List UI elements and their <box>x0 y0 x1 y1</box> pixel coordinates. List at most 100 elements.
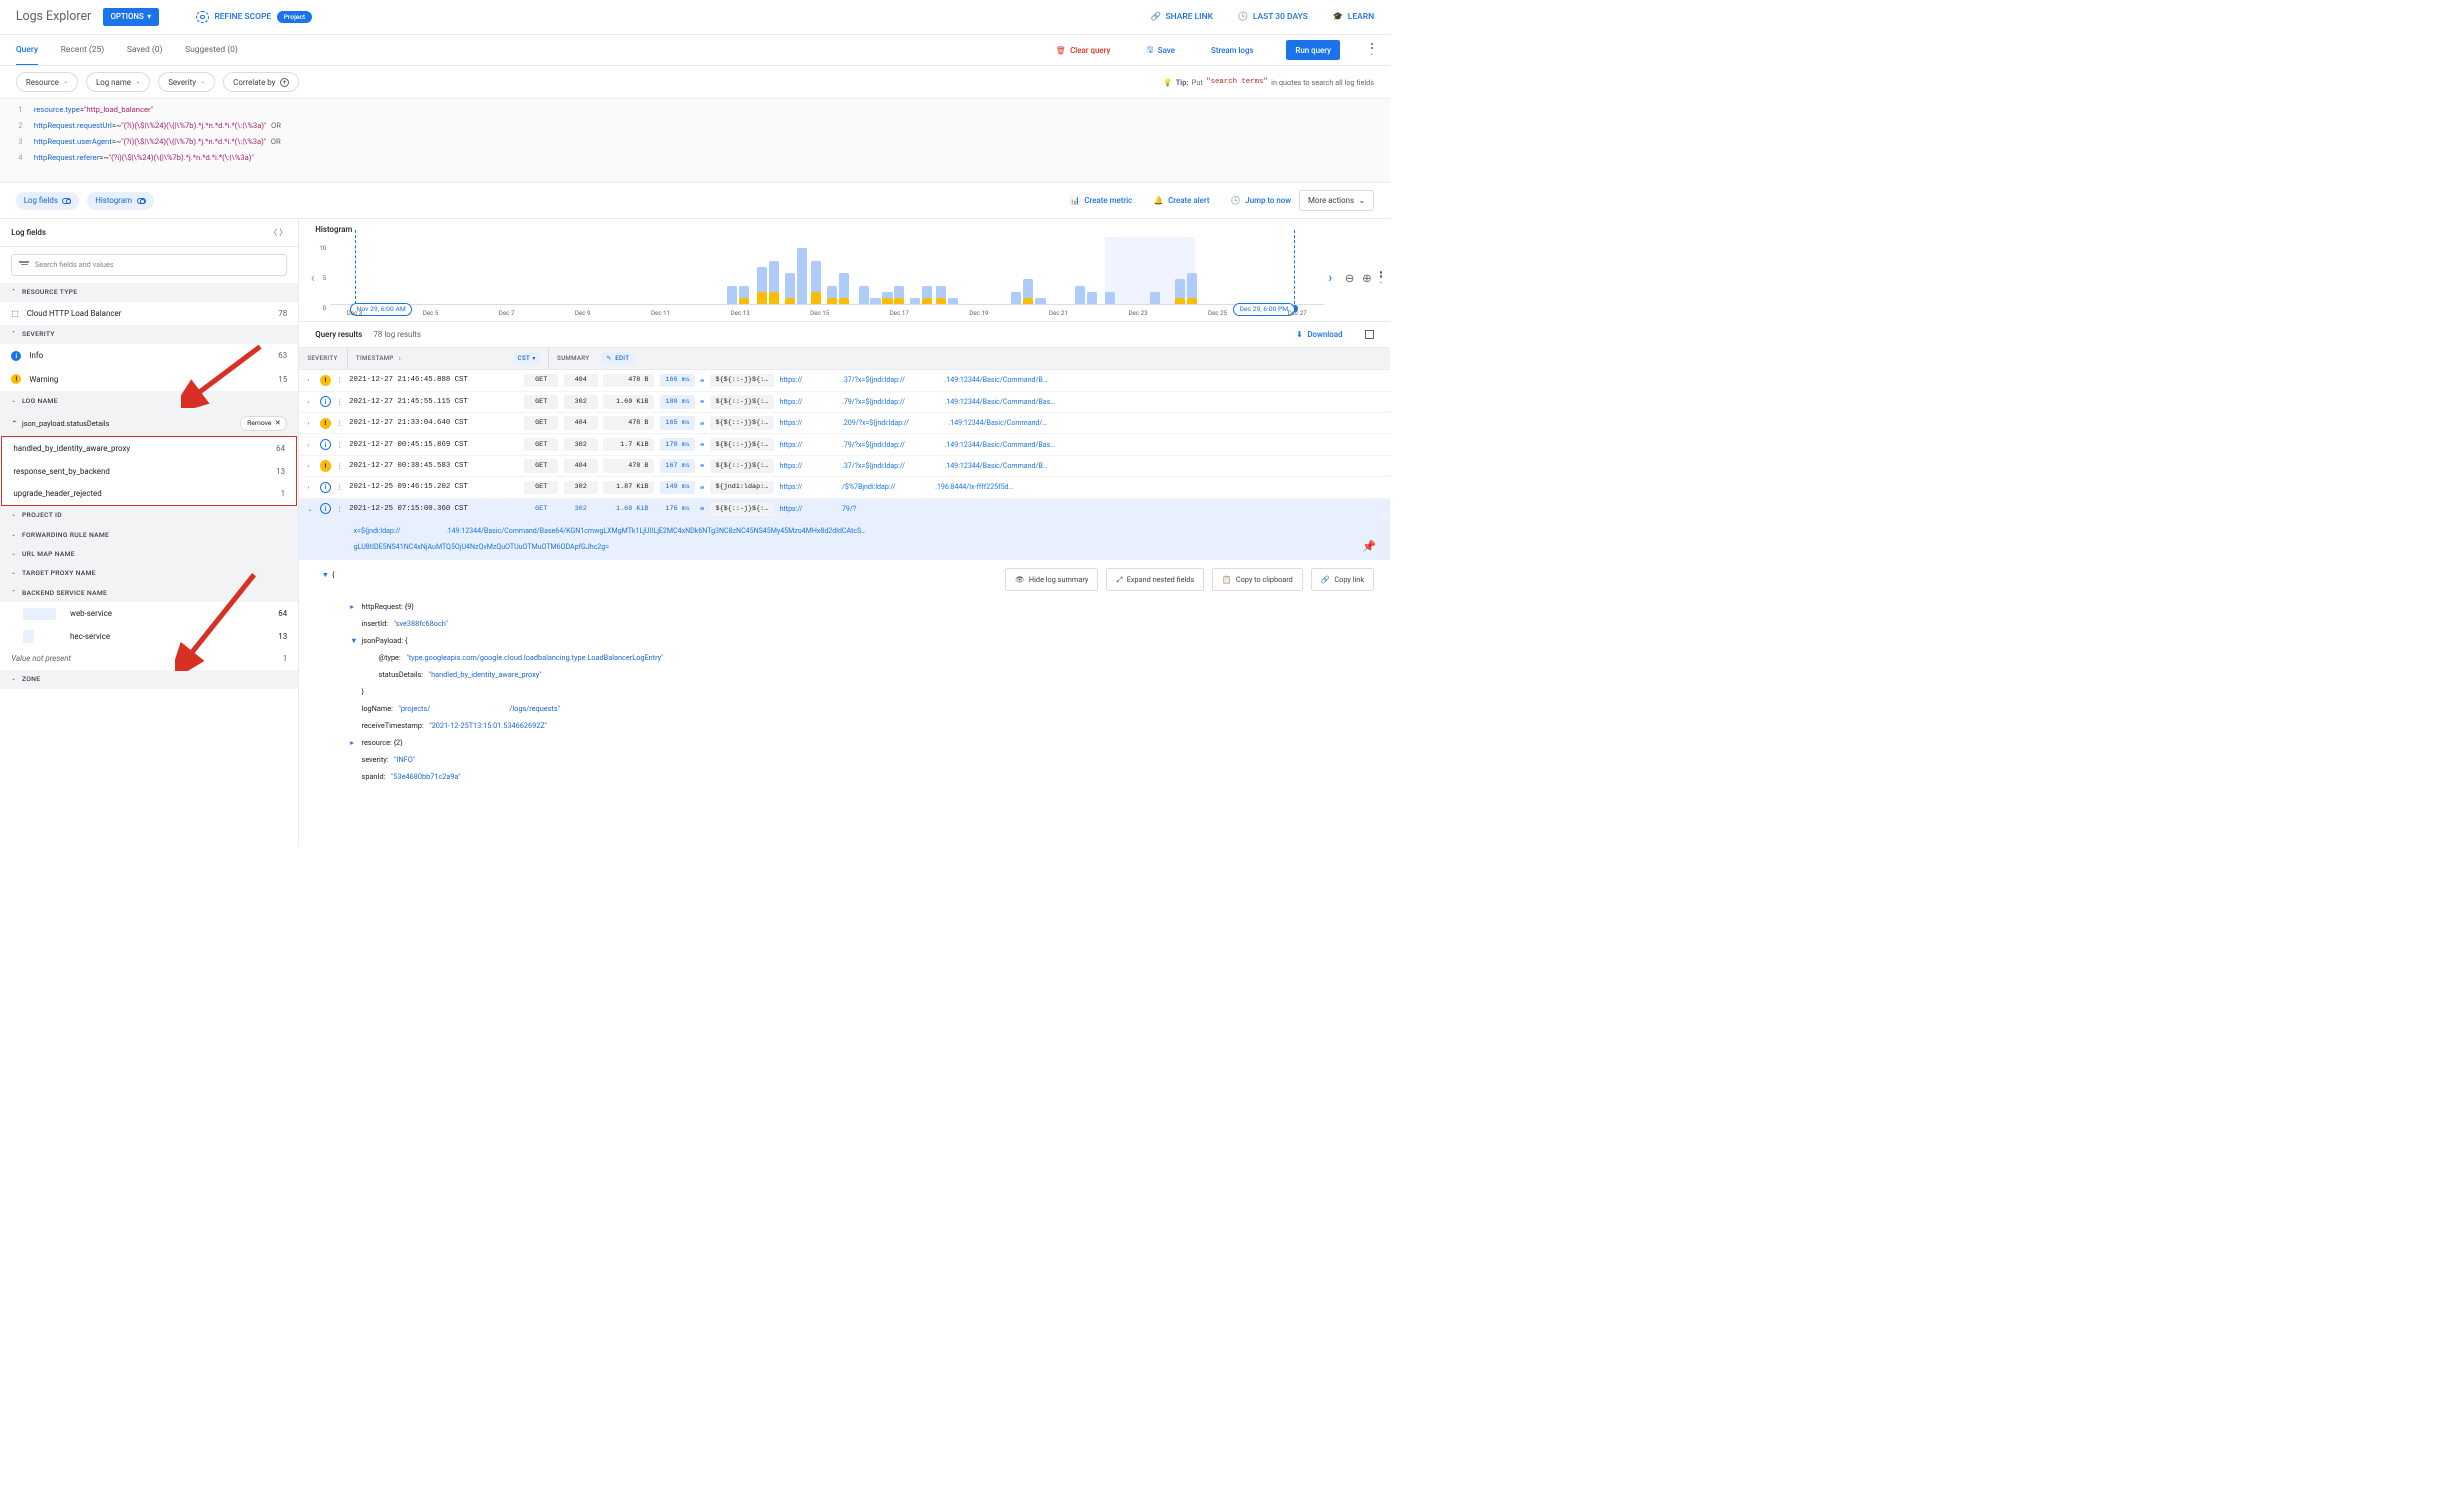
group-target-proxy[interactable]: ⌄TARGET PROXY NAME <box>0 564 298 583</box>
kebab-icon[interactable]: ⋮ <box>337 462 344 470</box>
hide-summary-button[interactable]: 👁Hide log summary <box>1005 568 1098 591</box>
trace-icon[interactable]: ≡ <box>700 461 704 470</box>
fields-search-input[interactable]: Search fields and values <box>11 254 287 276</box>
timezone-chip[interactable]: CST▾ <box>513 352 540 365</box>
kebab-icon[interactable]: ⋮ <box>337 505 344 513</box>
histogram-bar[interactable] <box>1087 292 1097 304</box>
zoom-in-icon[interactable]: ⊕ <box>1362 272 1371 285</box>
histogram-bar[interactable] <box>797 248 807 304</box>
create-alert-button[interactable]: 🔔Create alert <box>1154 196 1210 205</box>
histogram-bar[interactable] <box>910 298 920 304</box>
zoom-out-icon[interactable]: ⊖ <box>1345 272 1354 285</box>
log-row[interactable]: ›i⋮2021-12-27 00:45:15.869 CSTGET3021.7 … <box>299 434 1389 455</box>
expand-chevron-icon[interactable]: › <box>307 483 314 491</box>
jump-to-now-button[interactable]: 🕒Jump to now <box>1231 196 1291 205</box>
field-http-lb[interactable]: ⬚Cloud HTTP Load Balancer78 <box>0 302 298 325</box>
field-info[interactable]: iInfo63 <box>0 344 298 368</box>
field-upgrade-rejected[interactable]: upgrade_header_rejected1 <box>2 482 296 505</box>
col-severity[interactable]: SEVERITY <box>299 348 348 370</box>
log-row[interactable]: ›!⋮2021-12-27 21:46:45.888 CSTGET404478 … <box>299 370 1389 391</box>
group-project-id[interactable]: ⌄PROJECT ID <box>0 506 298 525</box>
histogram-overflow[interactable]: ⌄ <box>1378 271 1383 285</box>
group-url-map[interactable]: ⌄URL MAP NAME <box>0 544 298 563</box>
options-button[interactable]: OPTIONS▾ <box>103 8 160 26</box>
json-root-expand[interactable]: ▼ { <box>299 560 334 580</box>
expand-chevron-icon[interactable]: ⌄ <box>307 505 314 513</box>
remove-filter-button[interactable]: Remove✕ <box>240 416 287 431</box>
histogram-bar[interactable] <box>839 273 849 304</box>
field-warning[interactable]: !Warning15 <box>0 367 298 391</box>
time-range-button[interactable]: 🕒LAST 30 DAYS <box>1238 12 1308 22</box>
histogram-bar[interactable] <box>1105 292 1115 304</box>
histogram-bar[interactable] <box>948 298 958 304</box>
save-button[interactable]: 🖫Save <box>1147 44 1175 57</box>
histogram-next-button[interactable]: › <box>1324 270 1337 286</box>
kebab-icon[interactable]: ⋮ <box>337 398 344 406</box>
kebab-icon[interactable]: ⋮ <box>337 483 344 491</box>
histogram-toggle[interactable]: Histogram <box>87 192 153 210</box>
log-fields-toggle[interactable]: Log fields <box>16 192 80 210</box>
refine-scope-button[interactable]: REFINE SCOPE Project <box>196 11 312 24</box>
histogram-bar[interactable] <box>757 267 767 304</box>
trace-icon[interactable]: ≡ <box>700 397 704 406</box>
create-metric-button[interactable]: 📊Create metric <box>1070 196 1132 205</box>
trace-icon[interactable]: ≡ <box>700 440 704 449</box>
expand-tri-icon[interactable]: ▸ <box>350 735 356 752</box>
kebab-icon[interactable]: ⋮ <box>337 376 344 384</box>
expand-chevron-icon[interactable]: › <box>307 376 314 384</box>
group-forwarding-rule[interactable]: ⌄FORWARDING RULE NAME <box>0 525 298 544</box>
histogram-bar[interactable] <box>1011 292 1021 304</box>
severity-filter[interactable]: Severity⌄ <box>158 72 215 92</box>
field-not-present[interactable]: Value not present1 <box>0 647 298 670</box>
code-icon[interactable]: 〈 〉 <box>269 227 287 238</box>
log-row[interactable]: ⌄i⋮2021-12-25 07:15:00.360 CSTGET3021.69… <box>299 499 1389 520</box>
histogram-bar[interactable] <box>1075 286 1085 305</box>
expand-tri-icon[interactable]: ▸ <box>350 599 356 616</box>
log-name-filter[interactable]: Log name⌄ <box>86 72 150 92</box>
tab-query[interactable]: Query <box>16 36 38 65</box>
correlate-by-filter[interactable]: Correlate by+ <box>223 72 299 92</box>
histogram-bar[interactable] <box>1187 273 1197 304</box>
histogram-bar[interactable] <box>922 286 932 305</box>
copy-clipboard-button[interactable]: 📋Copy to clipboard <box>1212 568 1303 591</box>
histogram-bar[interactable] <box>1035 298 1045 304</box>
tab-saved[interactable]: Saved (0) <box>127 36 163 64</box>
histogram-bar[interactable] <box>936 286 946 305</box>
histogram-bar[interactable] <box>882 292 892 304</box>
group-log-name[interactable]: ⌄LOG NAME <box>0 391 298 410</box>
log-row[interactable]: ›!⋮2021-12-27 00:38:45.583 CSTGET404478 … <box>299 456 1389 477</box>
expand-chevron-icon[interactable]: › <box>307 441 314 449</box>
copy-link-button[interactable]: 🔗Copy link <box>1311 568 1374 591</box>
expand-fields-button[interactable]: ⤢Expand nested fields <box>1106 568 1204 591</box>
histogram-chart[interactable]: Nov 29, 6:00 AM Dec 29, 6:00 PM Dec 3Dec… <box>330 236 1324 321</box>
histogram-bar[interactable] <box>1023 279 1033 304</box>
run-query-button[interactable]: Run query <box>1286 40 1340 60</box>
kebab-icon[interactable]: ⋮ <box>337 441 344 449</box>
histogram-bar[interactable] <box>894 286 904 305</box>
expand-chevron-icon[interactable]: › <box>307 462 314 470</box>
trace-icon[interactable]: ≡ <box>700 376 704 385</box>
field-handled-iap[interactable]: handled_by_identity_aware_proxy64 <box>2 437 296 460</box>
share-link-button[interactable]: 🔗SHARE LINK <box>1150 12 1212 22</box>
histogram-bar[interactable] <box>811 261 821 304</box>
download-button[interactable]: ⬇Download <box>1296 330 1342 339</box>
histogram-bar[interactable] <box>727 286 737 305</box>
log-row[interactable]: ›i⋮2021-12-25 09:46:15.202 CSTGET3021.87… <box>299 477 1389 498</box>
resource-filter[interactable]: Resource⌄ <box>16 72 78 92</box>
overflow-menu[interactable]: ⌄ <box>1369 43 1374 57</box>
group-severity[interactable]: ⌃SEVERITY <box>0 325 298 344</box>
trace-icon[interactable]: ≡ <box>700 483 704 492</box>
field-response-backend[interactable]: response_sent_by_backend13 <box>2 460 296 483</box>
fullscreen-icon[interactable] <box>1365 330 1374 339</box>
histogram-bar[interactable] <box>870 298 880 304</box>
field-hec-service[interactable]: hec-service13 <box>0 625 298 648</box>
log-row[interactable]: ›!⋮2021-12-27 21:33:04.640 CSTGET404478 … <box>299 413 1389 434</box>
col-timestamp[interactable]: TIMESTAMP↓CST▾ <box>348 348 549 370</box>
histogram-bar[interactable] <box>739 286 749 305</box>
query-editor[interactable]: 1resource.type="http_load_balancer" 2htt… <box>0 99 1390 184</box>
expand-tri-icon[interactable]: ▼ <box>350 633 356 650</box>
histogram-bar[interactable] <box>1175 279 1185 304</box>
expand-chevron-icon[interactable]: › <box>307 398 314 406</box>
histogram-bar[interactable] <box>769 261 779 304</box>
trace-icon[interactable]: ≡ <box>700 419 704 428</box>
